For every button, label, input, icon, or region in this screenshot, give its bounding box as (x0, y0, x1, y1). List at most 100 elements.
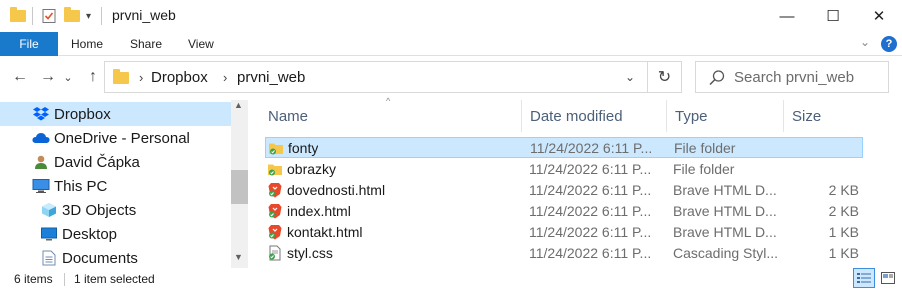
file-size: 1 KB (828, 224, 859, 240)
close-button[interactable]: ✕ (856, 0, 902, 32)
title-separator (101, 7, 102, 25)
minimize-button[interactable]: — (764, 0, 810, 32)
dropbox-icon (32, 105, 50, 123)
nav-item-onedrive[interactable]: OneDrive - Personal (0, 126, 232, 150)
breadcrumb-prvni-web[interactable]: prvni_web (237, 69, 305, 86)
recent-locations-button[interactable]: ⌄ (60, 62, 76, 92)
address-folder-icon (113, 69, 129, 84)
desktop-icon (40, 225, 58, 243)
refresh-button[interactable]: ↻ (648, 61, 682, 93)
address-bar[interactable]: › Dropbox › prvni_web ⌄ (104, 61, 648, 93)
address-dropdown-icon[interactable]: ⌄ (625, 70, 635, 84)
pc-icon (32, 177, 50, 195)
file-type: File folder (674, 140, 736, 156)
tab-file[interactable]: File (0, 32, 58, 56)
navigation-pane: Dropbox OneDrive - Personal David Čápka … (0, 100, 232, 268)
title-bar: ▾ prvni_web — ☐ ✕ (0, 0, 902, 32)
nav-item-label: Dropbox (54, 105, 111, 123)
details-view-icon (857, 273, 871, 283)
quick-access-separator (32, 7, 33, 25)
column-header-type[interactable]: Type (667, 100, 784, 132)
properties-icon[interactable] (41, 6, 57, 26)
nav-item-desktop[interactable]: Desktop (0, 222, 232, 246)
large-icons-view-button[interactable] (877, 268, 899, 288)
file-date: 11/24/2022 6:11 P... (529, 203, 652, 219)
file-date: 11/24/2022 6:11 P... (529, 182, 652, 198)
brave-html-icon (267, 203, 283, 219)
nav-item-label: David Čápka (54, 153, 140, 171)
file-size: 2 KB (828, 203, 859, 219)
window-title: prvni_web (112, 7, 176, 23)
navigation-scrollbar[interactable]: ▲ ▼ (231, 100, 248, 268)
quick-access-folder-icon[interactable] (10, 6, 26, 26)
nav-item-dropbox[interactable]: Dropbox (0, 102, 232, 126)
search-box[interactable] (695, 61, 889, 93)
details-view-button[interactable] (853, 268, 875, 288)
file-date: 11/24/2022 6:11 P... (529, 161, 652, 177)
breadcrumb-separator[interactable]: › (223, 70, 227, 85)
breadcrumb-separator: › (139, 70, 144, 85)
search-input[interactable] (734, 67, 884, 87)
column-header-size[interactable]: Size (784, 100, 865, 132)
file-type: Brave HTML D... (673, 182, 777, 198)
expand-ribbon-icon[interactable]: ⌄ (860, 35, 870, 49)
breadcrumb-dropbox[interactable]: Dropbox (151, 69, 208, 86)
column-header-date[interactable]: Date modified (522, 100, 667, 132)
file-row[interactable]: kontakt.html 11/24/2022 6:11 P... Brave … (265, 222, 863, 243)
tab-view[interactable]: View (188, 32, 214, 56)
file-row[interactable]: obrazky 11/24/2022 6:11 P... File folder (265, 159, 863, 180)
item-count: 6 items (14, 272, 53, 286)
file-name: styl.css (287, 245, 333, 261)
help-icon[interactable]: ? (881, 36, 897, 52)
tab-share[interactable]: Share (130, 32, 162, 56)
file-name: index.html (287, 203, 351, 219)
back-button[interactable]: ← (9, 62, 31, 92)
new-folder-icon[interactable] (64, 6, 80, 26)
nav-item-label: This PC (54, 177, 108, 195)
file-name: obrazky (287, 161, 337, 177)
3d-objects-icon (40, 201, 58, 219)
status-bar: 6 items 1 item selected (0, 268, 902, 291)
scroll-thumb[interactable] (231, 170, 248, 204)
onedrive-icon (32, 129, 50, 147)
maximize-button[interactable]: ☐ (810, 0, 856, 32)
file-name: fonty (288, 140, 319, 156)
file-size: 1 KB (828, 245, 859, 261)
brave-html-icon (267, 224, 283, 240)
nav-item-3d-objects[interactable]: 3D Objects (0, 198, 232, 222)
user-icon (32, 153, 50, 171)
nav-item-label: Desktop (62, 225, 118, 243)
nav-item-user[interactable]: David Čápka (0, 150, 232, 174)
ribbon-tabs: File Home Share View ⌄ ? (0, 32, 902, 56)
file-name: dovednosti.html (287, 182, 386, 198)
brave-html-icon (267, 182, 283, 198)
file-row[interactable]: dovednosti.html 11/24/2022 6:11 P... Bra… (265, 180, 863, 201)
scroll-up-icon[interactable]: ▲ (234, 100, 243, 110)
scroll-down-icon[interactable]: ▼ (234, 252, 243, 262)
customize-quick-access-icon[interactable]: ▾ (86, 6, 91, 26)
nav-item-this-pc[interactable]: This PC (0, 174, 232, 198)
search-icon (708, 69, 726, 87)
file-name: kontakt.html (287, 224, 363, 240)
folder-icon (267, 161, 283, 177)
nav-item-documents[interactable]: Documents (0, 246, 232, 270)
file-row[interactable]: styl.css 11/24/2022 6:11 P... Cascading … (265, 243, 863, 264)
file-type: Brave HTML D... (673, 203, 777, 219)
file-list-header: Name Date modified Type Size (260, 100, 865, 132)
file-date: 11/24/2022 6:11 P... (529, 245, 652, 261)
file-size: 2 KB (828, 182, 859, 198)
documents-icon (40, 249, 58, 267)
file-row[interactable]: fonty 11/24/2022 6:11 P... File folder (265, 137, 863, 158)
tab-home[interactable]: Home (71, 32, 103, 56)
forward-button[interactable]: → (37, 62, 59, 92)
folder-icon (268, 140, 284, 156)
file-type: Brave HTML D... (673, 224, 777, 240)
status-separator (64, 273, 65, 286)
nav-item-label: 3D Objects (62, 201, 137, 219)
file-row[interactable]: index.html 11/24/2022 6:11 P... Brave HT… (265, 201, 863, 222)
nav-item-label: Documents (62, 249, 138, 267)
file-date: 11/24/2022 6:11 P... (529, 224, 652, 240)
file-type: File folder (673, 161, 735, 177)
column-header-name[interactable]: Name (260, 100, 522, 132)
up-button[interactable]: ↑ (82, 62, 104, 92)
